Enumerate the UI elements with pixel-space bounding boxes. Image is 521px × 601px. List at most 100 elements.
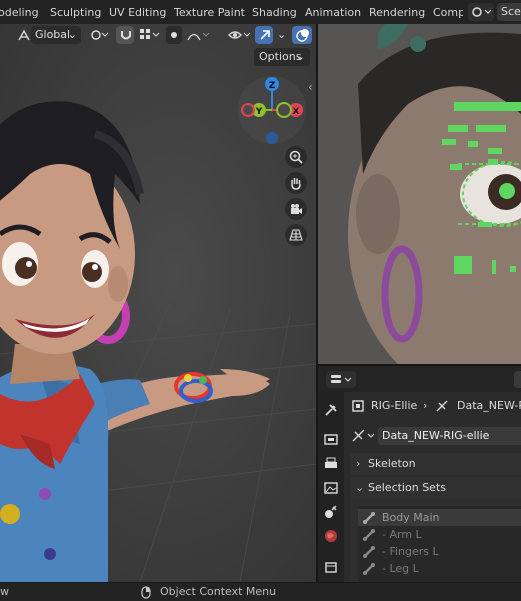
- tab-scene[interactable]: [322, 503, 340, 521]
- bone-icon: [363, 563, 375, 575]
- tab-tool[interactable]: [322, 401, 340, 419]
- grid-perspective-icon: [289, 229, 303, 241]
- status-bar: w Object Context Menu: [0, 582, 521, 601]
- options-dropdown[interactable]: Options ⌄: [254, 48, 310, 66]
- list-item[interactable]: - Arm L: [358, 526, 521, 543]
- sidebar-toggle-arrow-icon[interactable]: ‹: [308, 80, 313, 94]
- face-closeup-render: [318, 24, 521, 364]
- list-item[interactable]: Body Main: [358, 509, 521, 526]
- tab-animation[interactable]: Animation: [305, 5, 361, 21]
- breadcrumb: RIG-Ellie › Data_NEW-RIG: [350, 397, 521, 415]
- falloff-dropdown[interactable]: [183, 26, 211, 44]
- panel-selection-sets-label: Selection Sets: [368, 481, 446, 494]
- tab-sculpting[interactable]: Sculpting: [50, 5, 101, 21]
- breadcrumb-data: Data_NEW-RIG: [457, 399, 521, 412]
- navigation-gizmo[interactable]: Z X Y: [236, 74, 308, 146]
- dot-icon: [171, 32, 177, 38]
- list-item-label: - Leg L: [382, 562, 419, 575]
- tab-shading[interactable]: Shading: [252, 5, 297, 21]
- editor-type-dropdown[interactable]: [326, 371, 356, 388]
- tab-view-layer[interactable]: [322, 479, 340, 497]
- overlays-toggle[interactable]: [292, 26, 312, 44]
- zoom-icon: [289, 150, 303, 164]
- panel-selection-sets[interactable]: ⌄ Selection Sets: [350, 477, 521, 499]
- hand-icon: [291, 178, 301, 190]
- properties-editor-icon: [331, 375, 352, 383]
- viewport-header: Global ⌄ ⌄: [0, 24, 316, 46]
- list-item-label: - Arm L: [382, 528, 422, 541]
- gizmo-dropdown[interactable]: ⌄: [273, 26, 287, 44]
- tab-output[interactable]: [322, 455, 340, 473]
- tool-icon: [325, 404, 337, 416]
- link-icon: [91, 30, 109, 40]
- magnet-icon: [121, 31, 131, 40]
- scene-name-label: Sce: [501, 5, 521, 18]
- camera-view-button[interactable]: [285, 198, 307, 220]
- status-left-text: w: [0, 585, 9, 598]
- scene-selector-button[interactable]: [468, 3, 494, 21]
- tab-modeling[interactable]: odeling: [0, 5, 39, 21]
- armature-data-browse[interactable]: [350, 427, 380, 445]
- tab-collection[interactable]: [322, 558, 340, 576]
- transform-orientation-dropdown[interactable]: Global ⌄: [31, 26, 81, 44]
- scene-props-icon: [325, 505, 337, 518]
- visibility-dropdown[interactable]: [224, 26, 252, 44]
- list-item-label: Body Main: [382, 511, 440, 524]
- snap-toggle[interactable]: [116, 26, 134, 44]
- grid-snap-icon: [140, 29, 160, 39]
- gizmo-icon: [260, 30, 270, 40]
- scene-name-field[interactable]: Sce: [497, 3, 521, 21]
- bone-icon: [363, 512, 375, 524]
- tab-world[interactable]: [322, 527, 340, 545]
- list-item-label: - Fingers L: [382, 545, 439, 558]
- tab-rendering[interactable]: Rendering: [369, 5, 425, 21]
- render-icon: [324, 434, 338, 445]
- workspace-bar: odeling Sculpting UV Editing Texture Pai…: [0, 0, 521, 25]
- list-item[interactable]: - Fingers L: [358, 543, 521, 560]
- search-field[interactable]: [514, 371, 521, 388]
- object-icon: [352, 400, 364, 412]
- transform-orientation-label: Global: [35, 28, 71, 41]
- tab-texture-paint[interactable]: Texture Paint: [174, 5, 245, 21]
- gizmo-x-label: X: [293, 107, 300, 117]
- chevron-down-icon: ⌄: [295, 50, 305, 63]
- snap-target-dropdown[interactable]: [135, 26, 161, 44]
- pivot-point-dropdown[interactable]: [86, 26, 114, 44]
- chevron-right-icon: ›: [356, 457, 361, 470]
- status-context-menu-hint: Object Context Menu: [160, 585, 277, 598]
- bone-icon: [363, 546, 375, 558]
- proportional-editing-toggle[interactable]: [166, 26, 182, 44]
- collection-icon: [325, 562, 337, 573]
- tab-compositing[interactable]: Compo: [433, 5, 463, 21]
- armature-icon: [352, 429, 375, 442]
- properties-header: [318, 366, 521, 392]
- bone-icon: [363, 529, 375, 541]
- list-item[interactable]: - Leg L: [358, 560, 521, 577]
- chevron-down-icon: ⌄: [355, 481, 365, 494]
- panel-skeleton-label: Skeleton: [368, 457, 416, 470]
- breadcrumb-object: RIG-Ellie: [371, 399, 418, 412]
- mouse-right-click-icon: [141, 586, 151, 599]
- datablock-name-field[interactable]: Data_NEW-RIG-ellie: [378, 427, 521, 445]
- chevron-down-icon: ⌄: [67, 28, 77, 41]
- gizmo-y-label: Y: [255, 107, 263, 117]
- face-rig-view[interactable]: [318, 24, 521, 364]
- breadcrumb-separator-icon: ›: [423, 399, 428, 412]
- gizmo-toggle[interactable]: [255, 26, 273, 44]
- world-icon: [325, 530, 337, 542]
- chevron-down-icon: ⌄: [277, 28, 287, 41]
- pan-button[interactable]: [285, 172, 307, 194]
- camera-icon: [291, 204, 302, 214]
- tab-uv-editing[interactable]: UV Editing: [109, 5, 166, 21]
- scene-icon: [472, 7, 492, 17]
- datablock-name: Data_NEW-RIG-ellie: [382, 429, 490, 442]
- armature-icon: [436, 400, 448, 412]
- image-icon: [324, 482, 338, 494]
- panel-skeleton[interactable]: › Skeleton: [350, 453, 521, 475]
- transform-orientation-icon[interactable]: [14, 26, 32, 44]
- falloff-curve-icon: [187, 32, 210, 41]
- perspective-toggle-button[interactable]: [285, 224, 307, 246]
- tab-render[interactable]: [322, 430, 340, 448]
- zoom-button[interactable]: [285, 146, 307, 168]
- gizmo-z-label: Z: [269, 81, 276, 91]
